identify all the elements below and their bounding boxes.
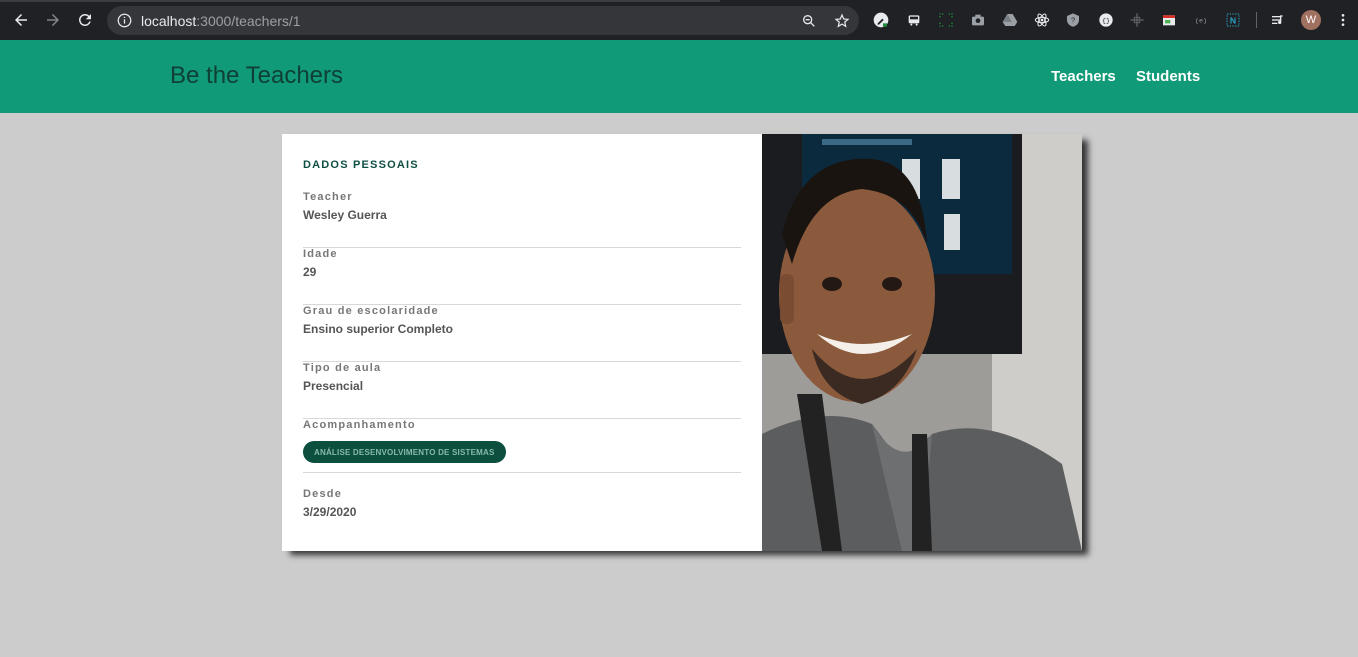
svg-text:(e): (e) [1195, 17, 1207, 25]
ruler-icon [1130, 13, 1144, 27]
site-title[interactable]: Be the Teachers [170, 62, 343, 90]
reload-button[interactable] [74, 9, 96, 31]
extension-screen-capture[interactable] [937, 11, 955, 29]
field-label: Teacher [303, 191, 353, 203]
extension-measure[interactable] [1128, 11, 1146, 29]
field-subjects: Acompanhamento ANÁLISE DESENVOLVIMENTO D… [303, 419, 741, 473]
field-teacher: Teacher Wesley Guerra [303, 191, 741, 248]
field-label: Desde [303, 488, 343, 500]
svg-text:?: ? [1071, 16, 1075, 25]
url-text: localhost:3000/teachers/1 [141, 13, 301, 29]
camera-icon [972, 14, 984, 26]
teacher-card: DADOS PESSOAIS Teacher Wesley Guerra Ida… [282, 134, 1082, 551]
section-title: DADOS PESSOAIS [303, 159, 419, 171]
field-since: Desde 3/29/2020 [303, 488, 741, 545]
reload-icon [78, 13, 91, 26]
field-class-type: Tipo de aula Presencial [303, 362, 741, 419]
n-letter-icon: N [1226, 13, 1240, 27]
react-icon [1034, 13, 1050, 27]
nav-link-students[interactable]: Students [1136, 68, 1200, 85]
field-value: Wesley Guerra [303, 208, 387, 222]
field-education: Grau de escolaridade Ensino superior Com… [303, 305, 741, 362]
url-path: :3000/teachers/1 [196, 13, 301, 29]
zoom-icon[interactable] [801, 13, 817, 29]
field-label: Acompanhamento [303, 419, 416, 431]
teacher-photo [762, 134, 1082, 551]
nav-link-teachers[interactable]: Teachers [1051, 68, 1116, 85]
bookmark-star-icon[interactable] [834, 13, 850, 29]
window-icon [1163, 15, 1175, 26]
back-button[interactable] [10, 9, 32, 31]
site-header: Be the Teachers Teachers Students [0, 40, 1358, 113]
extension-bus[interactable] [905, 11, 923, 29]
field-label: Idade [303, 248, 338, 260]
field-value: Ensino superior Completo [303, 322, 454, 336]
extension-react-devtools[interactable] [1033, 11, 1051, 29]
svg-text:{}: {} [1102, 17, 1110, 25]
tag-brackets-icon: (e) [1195, 17, 1207, 25]
field-label: Grau de escolaridade [303, 305, 439, 317]
bus-icon [908, 15, 920, 26]
extension-camera[interactable] [969, 11, 987, 29]
extension-window[interactable] [1160, 11, 1178, 29]
fullscreen-icon [939, 13, 953, 27]
profile-avatar[interactable]: W [1301, 10, 1321, 30]
extension-shield[interactable]: ? [1064, 11, 1082, 29]
arrow-right-icon [47, 14, 59, 26]
extension-tags[interactable]: (e) [1192, 11, 1210, 29]
drive-icon [1002, 14, 1018, 26]
info-icon[interactable] [117, 13, 132, 28]
forward-button[interactable] [42, 9, 64, 31]
url-host: localhost [141, 13, 197, 29]
field-age: Idade 29 [303, 248, 741, 305]
field-value: 29 [303, 265, 317, 279]
browser-toolbar: localhost:3000/teachers/1 ? {} (e) N W [0, 0, 1358, 40]
field-value: Presencial [303, 379, 364, 393]
arrow-left-icon [15, 14, 27, 26]
svg-text:N: N [1230, 15, 1236, 25]
media-queue-button[interactable] [1269, 11, 1287, 29]
extension-drive[interactable] [1001, 11, 1019, 29]
more-vertical-icon [1341, 14, 1345, 26]
extension-n[interactable]: N [1224, 11, 1242, 29]
playlist-icon [1272, 15, 1283, 25]
toolbar-separator [1256, 12, 1257, 28]
extension-json[interactable]: {} [1097, 11, 1115, 29]
address-bar[interactable]: localhost:3000/teachers/1 [107, 6, 859, 35]
shield-icon: ? [1067, 13, 1079, 27]
eyedropper-icon [873, 12, 889, 28]
field-value: 3/29/2020 [303, 505, 357, 519]
avatar-photo-illustration [762, 134, 1082, 551]
subject-chip: ANÁLISE DESENVOLVIMENTO DE SISTEMAS [303, 441, 506, 463]
tab-strip-edge [0, 0, 720, 2]
extension-colorpicker[interactable] [872, 11, 890, 29]
browser-menu-button[interactable] [1334, 11, 1352, 29]
field-label: Tipo de aula [303, 362, 382, 374]
braces-icon: {} [1099, 13, 1113, 27]
